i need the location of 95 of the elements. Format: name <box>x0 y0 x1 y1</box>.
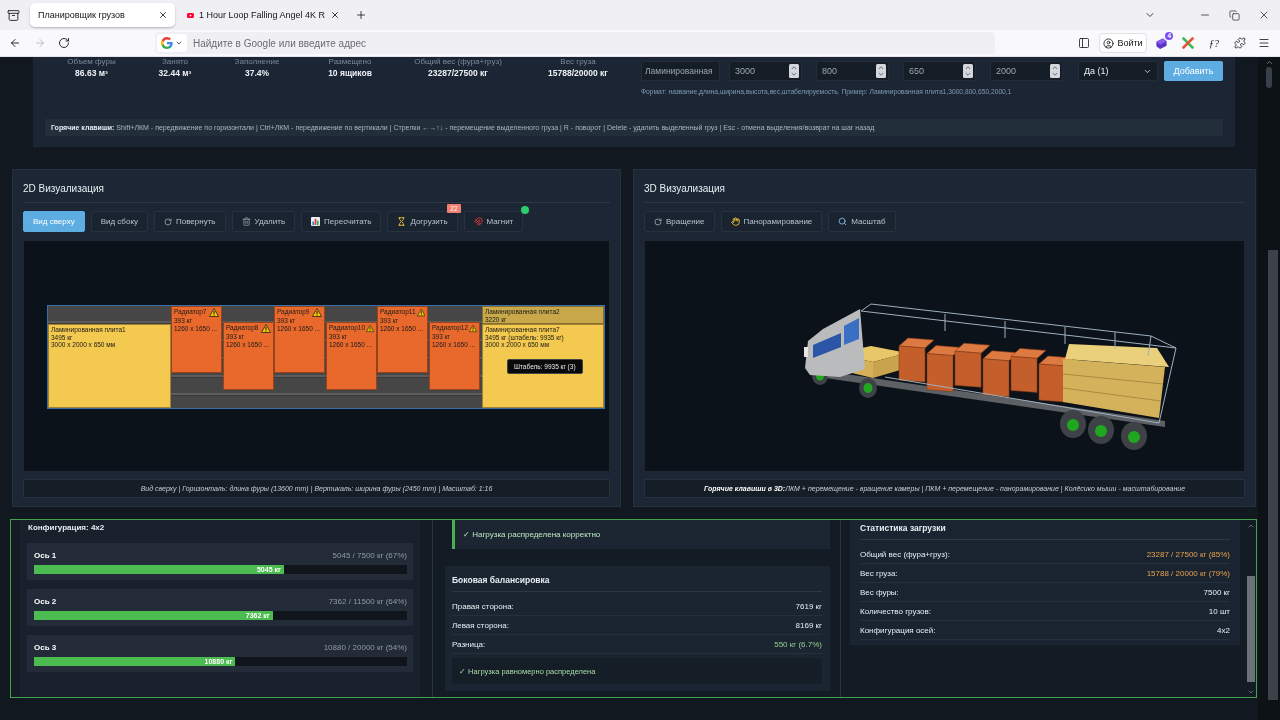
row-label: Левая сторона: <box>452 620 509 630</box>
browser-tab[interactable]: 1 Hour Loop Falling Angel 4K R <box>179 3 347 27</box>
row-value: 4x2 <box>1217 625 1230 635</box>
row-label: Общий вес (фура+груз): <box>860 549 950 559</box>
stat-value: 15788/20000 кг <box>548 68 608 78</box>
row-value: 15788 / 20000 кг (79%) <box>1146 568 1230 578</box>
row-value: 8169 кг <box>795 620 822 630</box>
axle-reading: 5045 / 7500 кг (67%) <box>332 550 407 560</box>
close-icon[interactable] <box>330 10 340 20</box>
toolbar-button[interactable]: Пересчитать <box>301 211 382 232</box>
sign-in-button[interactable]: Войти <box>1099 33 1147 53</box>
row-label: Разница: <box>452 639 486 649</box>
stat-label: Размещено <box>328 57 372 66</box>
section-title: Статистика загрузки <box>860 523 947 533</box>
toolbar-button[interactable]: Масштаб <box>828 211 896 232</box>
number-input[interactable]: 800 <box>816 61 889 81</box>
search-engine-button[interactable] <box>157 34 187 52</box>
toolbar-button[interactable]: Удалить <box>231 211 296 232</box>
stat-label: Общий вес (фура+груз) <box>414 57 502 66</box>
magnet-icon <box>473 217 483 226</box>
trash-icon <box>241 217 251 226</box>
spinner-icon[interactable] <box>1050 64 1060 78</box>
row-label: Правая сторона: <box>452 601 514 611</box>
sidebar-icon[interactable] <box>1078 37 1090 49</box>
stat-value: 23287/27500 кг <box>428 68 488 78</box>
stat-value: 10 ящиков <box>328 68 372 78</box>
hourglass-icon <box>397 217 407 226</box>
cross-icon[interactable] <box>1182 37 1194 49</box>
scrollbar-thumb[interactable] <box>1268 250 1278 700</box>
box-icon[interactable] <box>7 8 20 22</box>
name-input[interactable]: Ламинированная <box>641 61 720 81</box>
toolbar-button[interactable]: Повернуть <box>154 211 226 232</box>
search-engine-icon <box>161 37 173 49</box>
reload-icon[interactable] <box>58 37 70 49</box>
section-title: Боковая балансировка <box>452 575 551 585</box>
stat-label: Объем фуры <box>67 57 116 66</box>
stackable-select[interactable]: Да (1) <box>1078 61 1158 81</box>
formula-button[interactable]: ƒ? <box>1206 35 1222 51</box>
row-label: Вес фуры: <box>860 587 899 597</box>
plus-icon[interactable] <box>355 9 367 21</box>
close-icon[interactable] <box>158 10 168 20</box>
stat-value: 86.63 м³ <box>75 68 108 78</box>
toolbar-button[interactable]: Магнит <box>463 211 524 232</box>
axle-reading: 7362 / 11500 кг (64%) <box>328 596 407 606</box>
row-value: 10 шт <box>1208 606 1230 616</box>
axle-name: Ось 1 <box>34 550 57 560</box>
row-value: 550 кг (6.7%) <box>774 639 822 649</box>
spinner-icon[interactable] <box>876 64 886 78</box>
number-input[interactable]: 650 <box>903 61 976 81</box>
chevron-up-icon[interactable] <box>1264 58 1274 67</box>
row-label: Количество грузов: <box>860 606 931 616</box>
rotate-icon <box>164 217 172 226</box>
row-value: 7500 кг <box>1203 587 1230 597</box>
menu-icon[interactable] <box>1258 37 1270 49</box>
row-label: Конфигурация осей: <box>860 625 936 635</box>
close-icon[interactable] <box>1258 9 1270 21</box>
chevron-down-icon <box>175 39 183 47</box>
axle-name: Ось 3 <box>34 642 57 652</box>
extension-icon[interactable] <box>1155 36 1168 50</box>
axle-name: Ось 2 <box>34 596 57 606</box>
rotate-icon <box>654 217 662 226</box>
scrollbar-thumb[interactable] <box>1247 576 1255 682</box>
row-value: 7619 кг <box>795 601 822 611</box>
row-label: Вес груза: <box>860 568 898 578</box>
search-icon <box>838 217 848 226</box>
hand-icon <box>730 217 740 226</box>
stat-value: 37.4% <box>244 68 270 78</box>
toolbar-button[interactable]: Вид сбоку <box>90 211 148 232</box>
stat-label: Занято <box>161 57 189 66</box>
toolbar-button[interactable]: Вращение <box>644 211 715 232</box>
number-input[interactable]: 2000 <box>990 61 1063 81</box>
spinner-icon[interactable] <box>789 64 799 78</box>
toolbar-button[interactable]: Панорамирование <box>720 211 823 232</box>
section-title: Конфигурация: 4x2 <box>27 524 106 532</box>
scrollbar-thumb[interactable] <box>1266 67 1272 88</box>
status-text: ✓ Нагрузка распределена корректно <box>463 530 601 539</box>
chevron-up-icon[interactable] <box>1247 522 1255 530</box>
spinner-icon[interactable] <box>963 64 973 78</box>
stat-label: Заполнение <box>234 57 280 66</box>
row-value: 23287 / 27500 кг (85%) <box>1146 549 1230 559</box>
toolbar-button[interactable]: Догрузить <box>387 211 458 232</box>
stat-value: 32.44 м³ <box>158 68 192 78</box>
restore-icon[interactable] <box>1229 9 1240 21</box>
stat-label: Вес груза <box>560 57 596 66</box>
puzzle-icon[interactable] <box>1234 37 1246 49</box>
browser-tab[interactable]: Планировщик грузов <box>30 3 175 27</box>
address-field[interactable]: Найдите в Google или введите адрес <box>155 32 995 54</box>
chevron-down-icon[interactable] <box>1247 688 1255 696</box>
number-input[interactable]: 3000 <box>729 61 802 81</box>
bar-chart-icon <box>311 217 321 226</box>
panel-title: 3D Визуализация <box>644 182 727 196</box>
user-icon <box>1103 37 1115 49</box>
axle-reading: 10880 / 20000 кг (54%) <box>323 642 407 652</box>
back-arrow-icon[interactable] <box>9 37 21 49</box>
panel-title: 2D Визуализация <box>23 182 106 196</box>
